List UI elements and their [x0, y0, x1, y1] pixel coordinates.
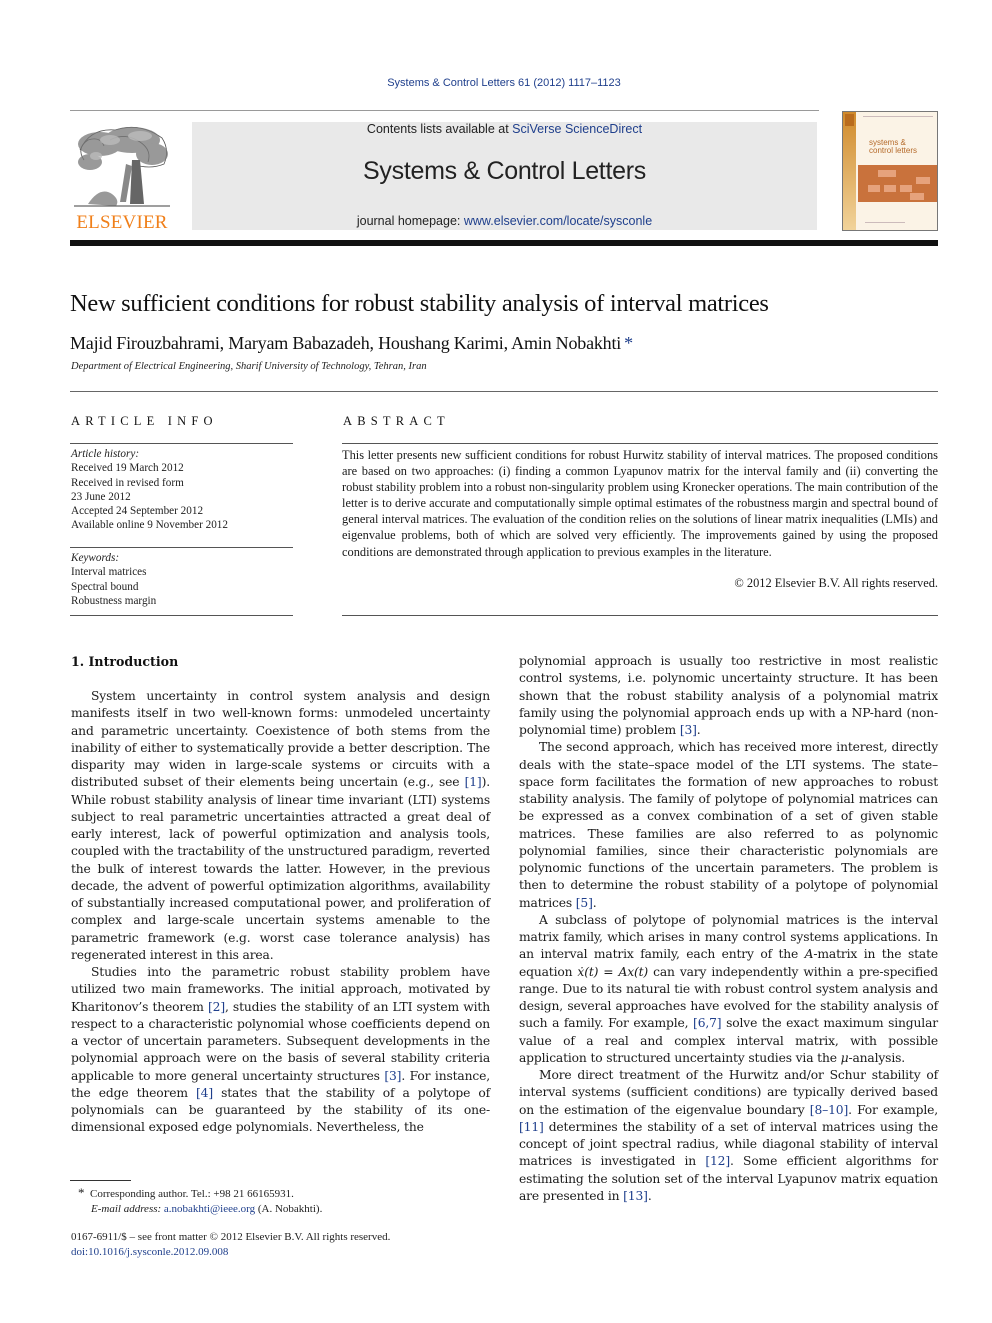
citation-link[interactable]: [5] [576, 896, 593, 910]
keywords-label: Keywords: [71, 552, 120, 564]
abstract-rule [342, 443, 938, 444]
citation-link[interactable]: [3] [384, 1069, 401, 1083]
text-run: -analysis. [848, 1050, 906, 1065]
text-run: ). While robust stability analysis of li… [71, 775, 490, 962]
text-run: . [647, 1188, 652, 1203]
citation-link[interactable]: [4] [196, 1086, 213, 1100]
paragraph: A subclass of polytope of polynomial mat… [519, 912, 938, 1067]
history-item: Accepted 24 September 2012 [71, 505, 204, 518]
header-rule [70, 110, 819, 111]
citation-link[interactable]: [13] [623, 1189, 648, 1203]
text-run: . For example, [848, 1102, 938, 1117]
text-run: . [696, 723, 701, 737]
email-link[interactable]: a.nobakhti@ieee.org [164, 1203, 255, 1215]
sciencedirect-link[interactable]: SciVerse ScienceDirect [512, 122, 642, 136]
paragraph: polynomial approach is usually too restr… [519, 653, 938, 739]
text-run: . [592, 895, 597, 910]
cover-footer-line [865, 222, 905, 223]
corresponding-author-footnote: * Corresponding author. Tel.: +98 21 6616… [78, 1185, 323, 1216]
journal-cover-thumbnail[interactable]: systems & control letters [842, 111, 938, 231]
keywords-rule [70, 547, 293, 548]
paragraph: Studies into the parametric robust stabi… [71, 964, 490, 1137]
article-info-bottom-rule [70, 615, 293, 616]
keywords: Keywords: Interval matrices Spectral bou… [71, 551, 156, 608]
cover-logo-icon [845, 114, 854, 126]
abstract-copyright: © 2012 Elsevier B.V. All rights reserved… [734, 576, 938, 590]
citation-link[interactable]: [6,7] [693, 1016, 722, 1030]
elsevier-wordmark: ELSEVIER [76, 212, 168, 233]
email-suffix: (A. Nobakhti). [255, 1202, 323, 1215]
cover-header-line [863, 116, 933, 117]
history-item: Available online 9 November 2012 [71, 519, 228, 532]
body-column-right: polynomial approach is usually too restr… [519, 653, 938, 1205]
text-run: polynomial approach is usually too restr… [519, 654, 938, 737]
abstract-bottom-rule [342, 615, 938, 616]
front-matter-text: 0167-6911/$ – see front matter © 2012 El… [71, 1231, 391, 1243]
citation-link[interactable]: [12] [705, 1154, 730, 1168]
doi-link[interactable]: doi:10.1016/j.sysconle.2012.09.008 [71, 1245, 390, 1260]
history-item: Received 19 March 2012 [71, 462, 184, 475]
homepage-line: journal homepage: www.elsevier.com/locat… [192, 214, 817, 228]
running-head[interactable]: Systems & Control Letters 61 (2012) 1117… [0, 77, 992, 89]
contents-prefix: Contents lists available at [366, 122, 513, 136]
cover-block-diagram-icon [858, 165, 937, 202]
article-info-rule [70, 443, 293, 444]
citation-link[interactable]: [8–10] [810, 1103, 848, 1117]
journal-title: Systems & Control Letters [363, 157, 646, 185]
footnote-rule [70, 1180, 131, 1181]
abstract-heading: ABSTRACT [343, 414, 450, 428]
author-list: Majid Firouzbahrami, Maryam Babazadeh, H… [70, 333, 633, 354]
abstract-text: This letter presents new sufficient cond… [342, 448, 938, 559]
paragraph: More direct treatment of the Hurwitz and… [519, 1067, 938, 1205]
article-history-label: Article history: [71, 448, 140, 460]
journal-banner: Contents lists available at SciVerse Sci… [192, 122, 817, 230]
section-heading-introduction: 1. Introduction [71, 654, 179, 669]
title-rule [70, 391, 938, 392]
history-item: 23 June 2012 [71, 490, 131, 503]
article-title: New sufficient conditions for robust sta… [70, 290, 769, 317]
keyword-item: Interval matrices [71, 566, 147, 579]
body-column-left: System uncertainty in control system ana… [71, 688, 490, 1137]
citation-link[interactable]: [3] [680, 723, 697, 737]
elsevier-logo[interactable]: ELSEVIER [70, 120, 174, 233]
front-matter: 0167-6911/$ – see front matter © 2012 El… [71, 1230, 390, 1259]
homepage-prefix: journal homepage: [356, 214, 464, 228]
elsevier-tree-icon [74, 126, 170, 207]
state-equation: ẋ(t) = Ax(t) [577, 964, 649, 979]
keyword-item: Spectral bound [71, 580, 139, 593]
cover-title-line2: control letters [869, 146, 918, 155]
header-thick-rule [70, 240, 938, 246]
paragraph: System uncertainty in control system ana… [71, 688, 490, 964]
text-run: The second approach, which has received … [519, 740, 938, 910]
paragraph: The second approach, which has received … [519, 739, 938, 912]
text-run: System uncertainty in control system ana… [71, 689, 490, 790]
article-history: Article history: Received 19 March 2012 … [71, 447, 228, 533]
article-info-heading: ARTICLE INFO [71, 414, 218, 428]
footnote-marker: * [78, 1185, 85, 1200]
affiliation: Department of Electrical Engineering, Sh… [71, 361, 427, 372]
email-label: E-mail address: [91, 1202, 162, 1215]
corresponding-author-marker[interactable]: * [624, 333, 633, 353]
contents-line: Contents lists available at SciVerse Sci… [192, 122, 817, 136]
cover-spine [843, 112, 856, 230]
citation-link[interactable]: [11] [519, 1120, 544, 1134]
citation-link[interactable]: [1] [465, 775, 482, 789]
authors: Majid Firouzbahrami, Maryam Babazadeh, H… [70, 333, 622, 353]
citation-link[interactable]: [2] [208, 1000, 225, 1014]
corresponding-author-text: Corresponding author. Tel.: +98 21 66165… [90, 1188, 294, 1200]
homepage-link[interactable]: www.elsevier.com/locate/sysconle [464, 214, 652, 228]
history-item: Received in revised form [71, 476, 184, 489]
cover-title: systems & control letters [869, 139, 917, 155]
keyword-item: Robustness margin [71, 594, 157, 607]
